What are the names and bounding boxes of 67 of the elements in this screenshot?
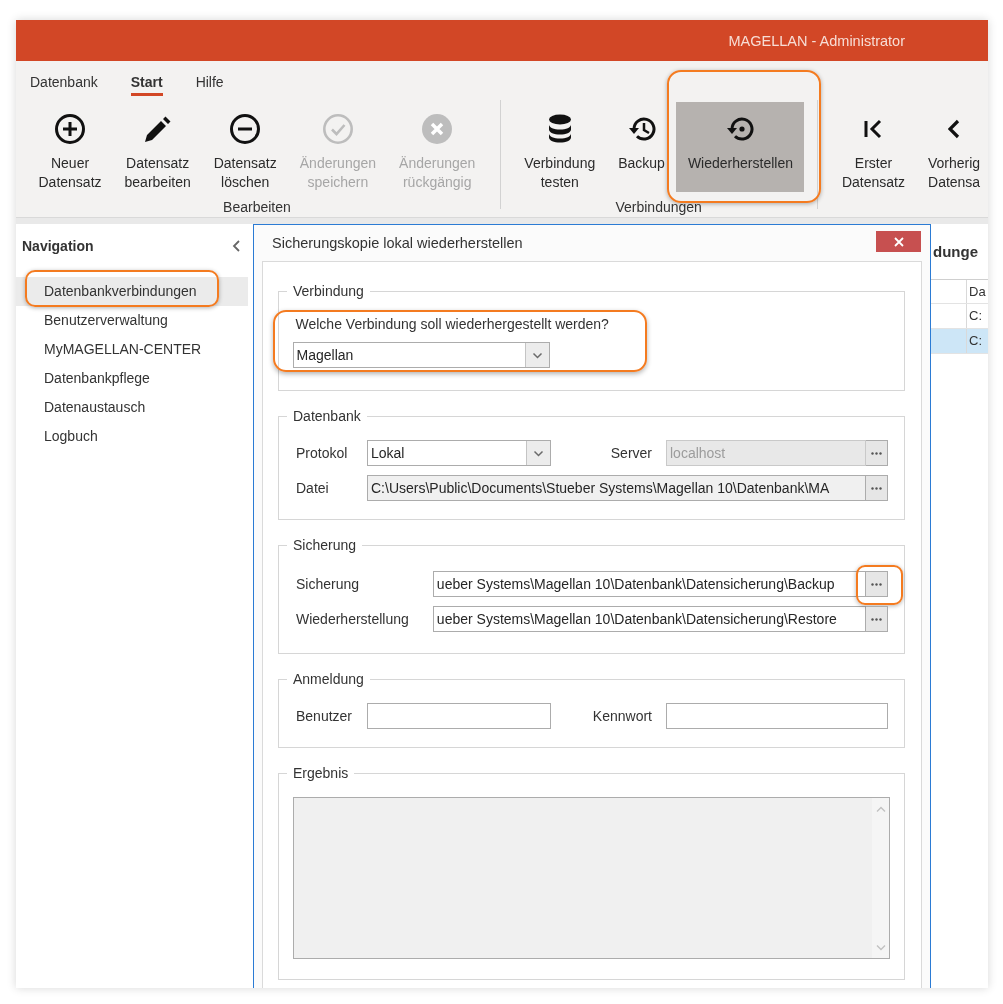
nav-item[interactable]: MyMAGELLAN-CENTER xyxy=(16,335,248,364)
question-text: Welche Verbindung soll wiederhergestellt werden? xyxy=(294,315,609,334)
history-icon xyxy=(627,117,656,141)
ellipsis-icon xyxy=(871,451,882,455)
group-box-title: Anmeldung xyxy=(292,670,365,688)
chevron-down-icon xyxy=(524,343,549,367)
input-field[interactable]: C:\Users\Public\Documents\Stueber Systems\Magellan 10\Datenbank\MA xyxy=(367,475,866,501)
ribbon-button[interactable]: Backup xyxy=(606,102,677,192)
close-icon xyxy=(893,236,904,247)
chevron-left-icon[interactable] xyxy=(232,240,240,252)
minus-circle-icon xyxy=(230,114,261,144)
bar-chevron-left-icon xyxy=(864,119,883,139)
browse-button[interactable] xyxy=(866,571,888,597)
group-label: Bearbeiten xyxy=(223,198,291,216)
input-field[interactable]: ueber Systems\Magellan 10\Datenbank\Datensicherung\Restore xyxy=(432,606,866,632)
pencil-icon xyxy=(144,115,172,143)
plus-circle-icon xyxy=(55,114,85,144)
nav-item[interactable]: Datenbankpflege xyxy=(16,364,248,393)
ribbon-button[interactable]: Datensatz löschen xyxy=(202,102,289,192)
panel-title: Navigation xyxy=(22,237,94,256)
field-label: Protokol xyxy=(296,444,349,463)
dialog-title: Sicherungskopie lokal wiederherstellen xyxy=(272,234,523,253)
ribbon-button[interactable]: Vorherig Datensa xyxy=(916,102,988,192)
ellipsis-icon xyxy=(871,486,882,490)
close-button[interactable] xyxy=(876,231,921,252)
browse-button[interactable] xyxy=(866,475,888,501)
section-heading: dunge xyxy=(932,242,978,262)
chevron-down-icon xyxy=(526,441,550,465)
input-field[interactable] xyxy=(367,703,551,729)
check-circle-icon xyxy=(322,114,353,144)
ribbon-tab[interactable]: Hilfe xyxy=(195,70,224,96)
browse-button[interactable] xyxy=(866,606,888,632)
dropdown[interactable]: Magellan xyxy=(292,342,550,368)
ribbon-button[interactable]: Erster Datensatz xyxy=(830,102,917,192)
group-box-title: Sicherung xyxy=(292,536,358,554)
ellipsis-icon xyxy=(871,617,882,621)
window-title: MAGELLAN - Administrator xyxy=(728,31,905,51)
nav-item[interactable]: Datenaustausch xyxy=(16,393,248,422)
ellipsis-icon xyxy=(871,582,882,586)
x-circle-icon xyxy=(422,114,453,144)
field-label: Server xyxy=(610,444,653,463)
ribbon-tab[interactable]: Start xyxy=(130,70,163,96)
input-field[interactable]: ueber Systems\Magellan 10\Datenbank\Datensicherung\Backup xyxy=(432,571,866,597)
nav-item[interactable]: Datenbankverbindungen xyxy=(16,277,248,306)
ribbon-button[interactable]: Datensatz bearbeiten xyxy=(113,102,203,192)
nav-item[interactable]: Logbuch xyxy=(16,422,248,451)
restore-icon xyxy=(726,117,755,141)
field-label: Kennwort xyxy=(592,707,653,726)
ribbon-tab[interactable]: Datenbank xyxy=(30,70,98,96)
nav-item[interactable]: Benutzerverwaltung xyxy=(16,306,248,335)
field-label: Wiederherstellung xyxy=(296,610,409,629)
field-label: Sicherung xyxy=(296,575,361,594)
database-icon xyxy=(547,114,572,144)
ribbon-button[interactable]: Neuer Datensatz xyxy=(27,102,114,192)
field-label: Datei xyxy=(296,479,330,498)
group-box-title: Ergebnis xyxy=(292,764,350,782)
chevron-left-icon xyxy=(948,119,961,139)
ribbon-button[interactable]: Verbindung testen xyxy=(512,102,607,192)
group-label: Verbindungen xyxy=(615,198,702,216)
ribbon-button[interactable]: Wiederherstellen xyxy=(676,102,805,192)
input-field[interactable] xyxy=(666,703,888,729)
group-box-title: Verbindung xyxy=(292,282,365,300)
column-header[interactable]: Da xyxy=(967,282,986,301)
dropdown[interactable]: Lokal xyxy=(367,440,551,466)
field-label: Benutzer xyxy=(296,707,354,726)
group-box-title: Datenbank xyxy=(292,407,362,425)
table-row[interactable]: C: xyxy=(931,329,988,354)
